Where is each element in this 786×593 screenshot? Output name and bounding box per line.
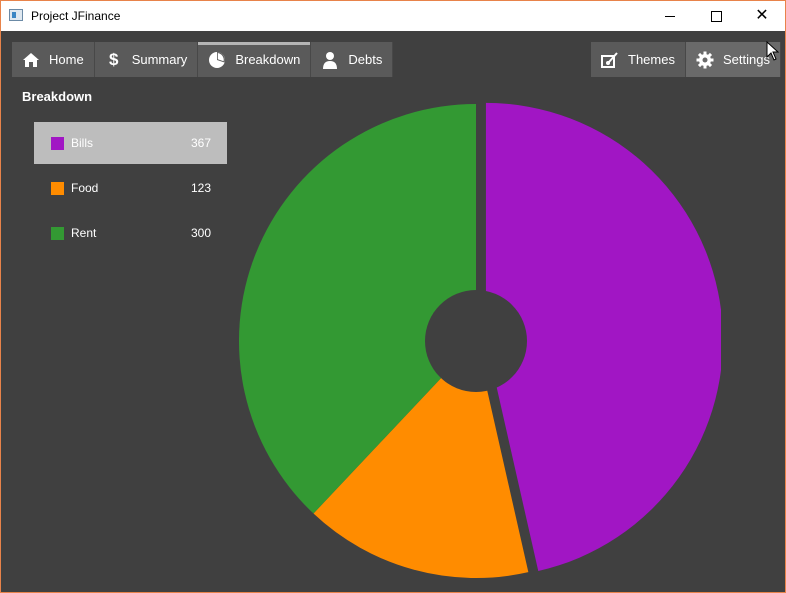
tab-breakdown-label: Breakdown xyxy=(235,52,301,67)
tab-home[interactable]: Home xyxy=(12,42,95,77)
legend-value: 123 xyxy=(190,181,211,195)
legend-swatch-food xyxy=(51,181,64,195)
title-bar: Project JFinance ✕ xyxy=(1,1,785,31)
close-icon: ✕ xyxy=(755,7,769,24)
tab-summary[interactable]: $ Summary xyxy=(94,42,199,77)
mouse-cursor-icon xyxy=(766,41,780,61)
person-icon xyxy=(321,51,339,69)
home-icon xyxy=(22,51,40,69)
maximize-button[interactable] xyxy=(693,1,739,31)
tab-summary-label: Summary xyxy=(131,52,188,67)
legend-label: Food xyxy=(71,181,99,195)
dollar-icon: $ xyxy=(108,49,119,69)
donut-hole xyxy=(425,290,527,392)
tab-settings-label: Settings xyxy=(722,52,770,67)
legend-item-food[interactable]: Food 123 xyxy=(34,167,227,209)
minimize-button[interactable] xyxy=(647,1,693,31)
app-icon xyxy=(9,9,23,21)
right-nav: Themes Settings xyxy=(591,42,781,77)
tab-home-label: Home xyxy=(49,52,84,67)
legend-label: Rent xyxy=(71,226,97,240)
legend-value: 300 xyxy=(190,226,211,240)
close-button[interactable]: ✕ xyxy=(739,1,785,31)
legend-list: Bills 367 Food 123 Rent 300 xyxy=(34,122,227,257)
minimize-icon xyxy=(665,15,675,17)
maximize-icon xyxy=(710,10,722,22)
tab-themes[interactable]: Themes xyxy=(591,42,686,77)
legend-item-rent[interactable]: Rent 300 xyxy=(34,212,227,254)
gear-icon xyxy=(696,51,714,69)
tab-themes-label: Themes xyxy=(628,52,675,67)
tab-breakdown[interactable]: Breakdown xyxy=(198,42,312,77)
legend-label: Bills xyxy=(71,136,94,150)
app-window: Project JFinance ✕ Home $ Summary Breakd… xyxy=(0,0,786,593)
tab-debts-label: Debts xyxy=(348,52,383,67)
legend-swatch-bills xyxy=(51,136,64,150)
legend-value: 367 xyxy=(190,136,211,150)
themes-icon xyxy=(601,51,619,69)
window-title: Project JFinance xyxy=(31,9,121,23)
breakdown-donut-chart xyxy=(238,102,721,578)
legend-swatch-rent xyxy=(51,226,64,240)
section-title: Breakdown xyxy=(22,89,93,104)
tab-debts[interactable]: Debts xyxy=(311,42,394,77)
pie-chart-icon xyxy=(208,51,226,69)
main-nav: Home $ Summary Breakdown Debts xyxy=(12,42,394,77)
legend-item-bills[interactable]: Bills 367 xyxy=(34,122,227,164)
